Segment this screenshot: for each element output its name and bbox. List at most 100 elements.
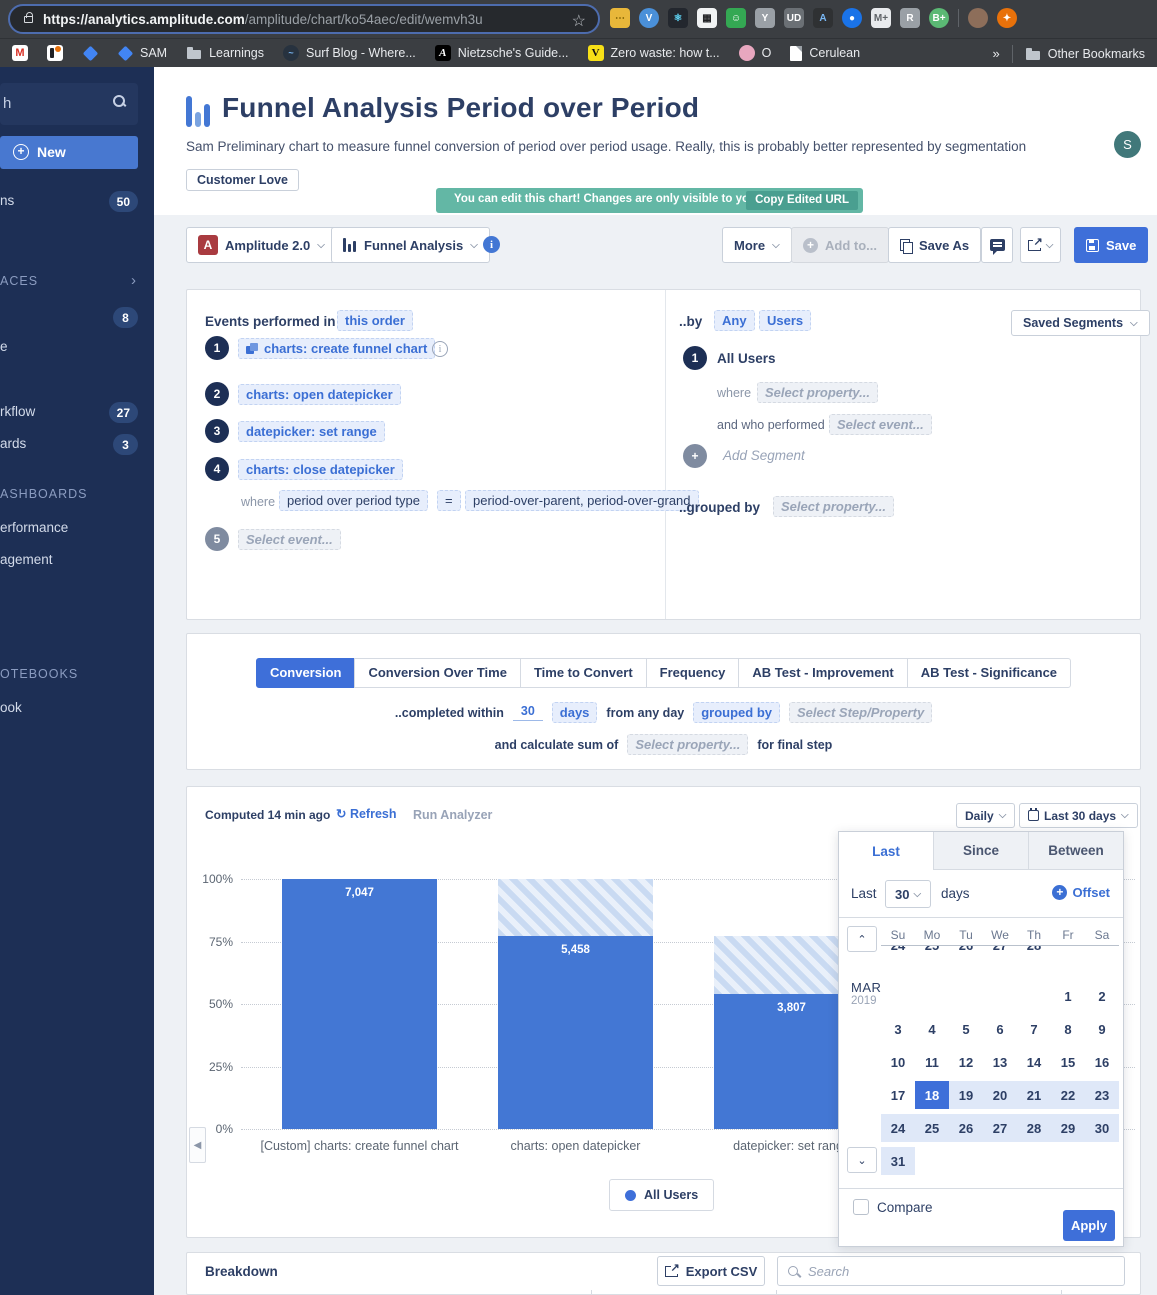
sidebar-item-e[interactable]: e <box>0 339 8 354</box>
chart-description[interactable]: Sam Preliminary chart to measure funnel … <box>186 139 1046 154</box>
extension-icon-blue-circle[interactable]: ● <box>842 8 862 28</box>
calendar-day[interactable]: 22 <box>1051 1081 1085 1109</box>
event-step-2[interactable]: charts: open datepicker <box>238 384 401 405</box>
bookmark-app[interactable] <box>47 45 63 61</box>
extension-icon-react[interactable]: ⚛ <box>668 8 688 28</box>
breakdown-search-input[interactable]: Search <box>777 1256 1125 1286</box>
calendar-day[interactable]: 20 <box>983 1081 1017 1109</box>
chevron-right-icon[interactable]: › <box>131 272 136 289</box>
calendar-day[interactable]: 16 <box>1085 1048 1119 1076</box>
extension-icon-v-blue[interactable]: V <box>639 8 659 28</box>
bookmark-star-icon[interactable]: ☆ <box>572 11 586 31</box>
calendar-day-clipped[interactable]: 28 <box>1017 946 1051 949</box>
calendar-scroll-down-button[interactable]: ⌄ <box>847 1147 877 1173</box>
funnel-bar[interactable]: 7,047 <box>282 879 437 1129</box>
save-as-button[interactable]: Save As <box>888 227 981 263</box>
bookmark-cerulean[interactable]: Cerulean <box>790 46 860 61</box>
tab-frequency[interactable]: Frequency <box>646 658 740 688</box>
calendar-day[interactable]: 14 <box>1017 1048 1051 1076</box>
select-event-chip[interactable]: Select event... <box>829 414 932 435</box>
extension-icon-green[interactable]: ☺ <box>726 8 746 28</box>
extension-icon-y[interactable]: Y <box>755 8 775 28</box>
calendar-day[interactable]: 10 <box>881 1048 915 1076</box>
apply-button[interactable]: Apply <box>1063 1210 1115 1241</box>
calendar-day[interactable]: 19 <box>949 1081 983 1109</box>
sidebar-header-spaces[interactable]: ACES <box>0 274 38 288</box>
chart-type-selector[interactable]: Funnel Analysis ⌵ <box>331 227 490 263</box>
more-button[interactable]: More ⌵ <box>722 227 792 263</box>
info-icon[interactable]: i <box>483 236 500 253</box>
calendar-day[interactable]: 18 <box>915 1081 949 1109</box>
equals-chip[interactable]: = <box>437 490 461 511</box>
saved-segments-button[interactable]: Saved Segments ⌵ <box>1011 310 1150 336</box>
calendar-day[interactable]: 5 <box>949 1015 983 1043</box>
calendar-day-clipped[interactable]: 26 <box>949 946 983 949</box>
calendar-day-clipped[interactable]: 24 <box>881 946 915 949</box>
profile-avatar-icon[interactable] <box>968 8 988 28</box>
calc-select-property-chip[interactable]: Select property... <box>627 734 748 755</box>
select-step-property-chip[interactable]: Select Step/Property <box>789 702 932 723</box>
extension-icon-b-plus[interactable]: B+ <box>929 8 949 28</box>
address-bar[interactable]: https://analytics.amplitude.com /amplitu… <box>8 4 600 34</box>
calendar-day-clipped[interactable]: 25 <box>915 946 949 949</box>
where-value-chip[interactable]: period-over-parent, period-over-grand <box>465 490 699 511</box>
segment-all-users[interactable]: All Users <box>717 351 776 366</box>
tab-conversion-over-time[interactable]: Conversion Over Time <box>354 658 520 688</box>
new-button[interactable]: + New <box>0 136 138 169</box>
extension-icon-yellow[interactable]: ⋯ <box>610 8 630 28</box>
funnel-bar[interactable]: 5,458 <box>498 936 653 1130</box>
tab-conversion[interactable]: Conversion <box>256 658 356 688</box>
add-segment-plus-icon[interactable]: + <box>683 444 707 468</box>
calendar-day[interactable]: 7 <box>1017 1015 1051 1043</box>
completed-days-input[interactable]: 30 <box>513 704 543 721</box>
grouped-select-chip[interactable]: Select property... <box>773 496 894 517</box>
extension-icon-shield[interactable]: UD <box>784 8 804 28</box>
tab-last[interactable]: Last <box>839 832 934 870</box>
event-step-3[interactable]: datepicker: set range <box>238 421 385 442</box>
order-chip[interactable]: this order <box>337 310 413 331</box>
extension-icon-a-wave[interactable]: A <box>813 8 833 28</box>
grouped-by-chip[interactable]: grouped by <box>693 702 780 723</box>
event-step-1[interactable]: charts: create funnel chart <box>238 338 435 359</box>
chart-legend[interactable]: All Users <box>609 1179 714 1211</box>
save-button[interactable]: Save <box>1074 227 1148 263</box>
calendar-day[interactable]: 28 <box>1017 1114 1051 1142</box>
comments-button[interactable] <box>981 227 1013 263</box>
event-step-5-placeholder[interactable]: Select event... <box>238 529 341 550</box>
offset-button[interactable]: + Offset <box>1052 885 1110 900</box>
calendar-day[interactable]: 1 <box>1051 982 1085 1010</box>
days-count-select[interactable]: 30 ⌵ <box>885 880 931 908</box>
extension-icon-m-plus[interactable]: M+ <box>871 8 891 28</box>
calendar-day[interactable]: 3 <box>881 1015 915 1043</box>
calendar-day[interactable]: 24 <box>881 1114 915 1142</box>
calendar-day-clipped[interactable]: 27 <box>983 946 1017 949</box>
bookmark-learnings[interactable]: Learnings <box>186 45 264 61</box>
bookmark-o[interactable]: O <box>739 45 772 61</box>
user-avatar[interactable]: S <box>1114 131 1141 158</box>
bookmark-nietzsche[interactable]: ANietzsche's Guide... <box>435 45 569 61</box>
calendar-day[interactable]: 21 <box>1017 1081 1051 1109</box>
bookmark-jira[interactable] <box>82 45 98 61</box>
users-chip[interactable]: Users <box>759 310 811 331</box>
sidebar-item-workflow[interactable]: rkflow <box>0 404 35 419</box>
calendar-day[interactable]: 15 <box>1051 1048 1085 1076</box>
extension-icon-qr[interactable]: ▦ <box>697 8 717 28</box>
days-chip[interactable]: days <box>552 702 598 723</box>
calendar-scroll-up-button[interactable]: ⌃ <box>847 926 877 952</box>
info-outline-icon[interactable]: i <box>432 341 448 357</box>
extension-icon-r[interactable]: R <box>900 8 920 28</box>
calendar-day[interactable]: 30 <box>1085 1114 1119 1142</box>
share-button[interactable]: ⌵ <box>1020 227 1061 263</box>
export-csv-button[interactable]: Export CSV <box>657 1256 765 1286</box>
bookmark-surf-blog[interactable]: ~Surf Blog - Where... <box>283 45 416 61</box>
compare-checkbox[interactable] <box>853 1199 869 1215</box>
calendar-day[interactable]: 26 <box>949 1114 983 1142</box>
calendar-day[interactable]: 25 <box>915 1114 949 1142</box>
sidebar-search-input[interactable]: h <box>0 83 138 125</box>
tag-customer-love[interactable]: Customer Love <box>186 169 299 191</box>
calendar-day[interactable]: 6 <box>983 1015 1017 1043</box>
select-property-chip[interactable]: Select property... <box>757 382 878 403</box>
calendar-day[interactable]: 9 <box>1085 1015 1119 1043</box>
calendar-day[interactable]: 23 <box>1085 1081 1119 1109</box>
calendar-day[interactable]: 11 <box>915 1048 949 1076</box>
